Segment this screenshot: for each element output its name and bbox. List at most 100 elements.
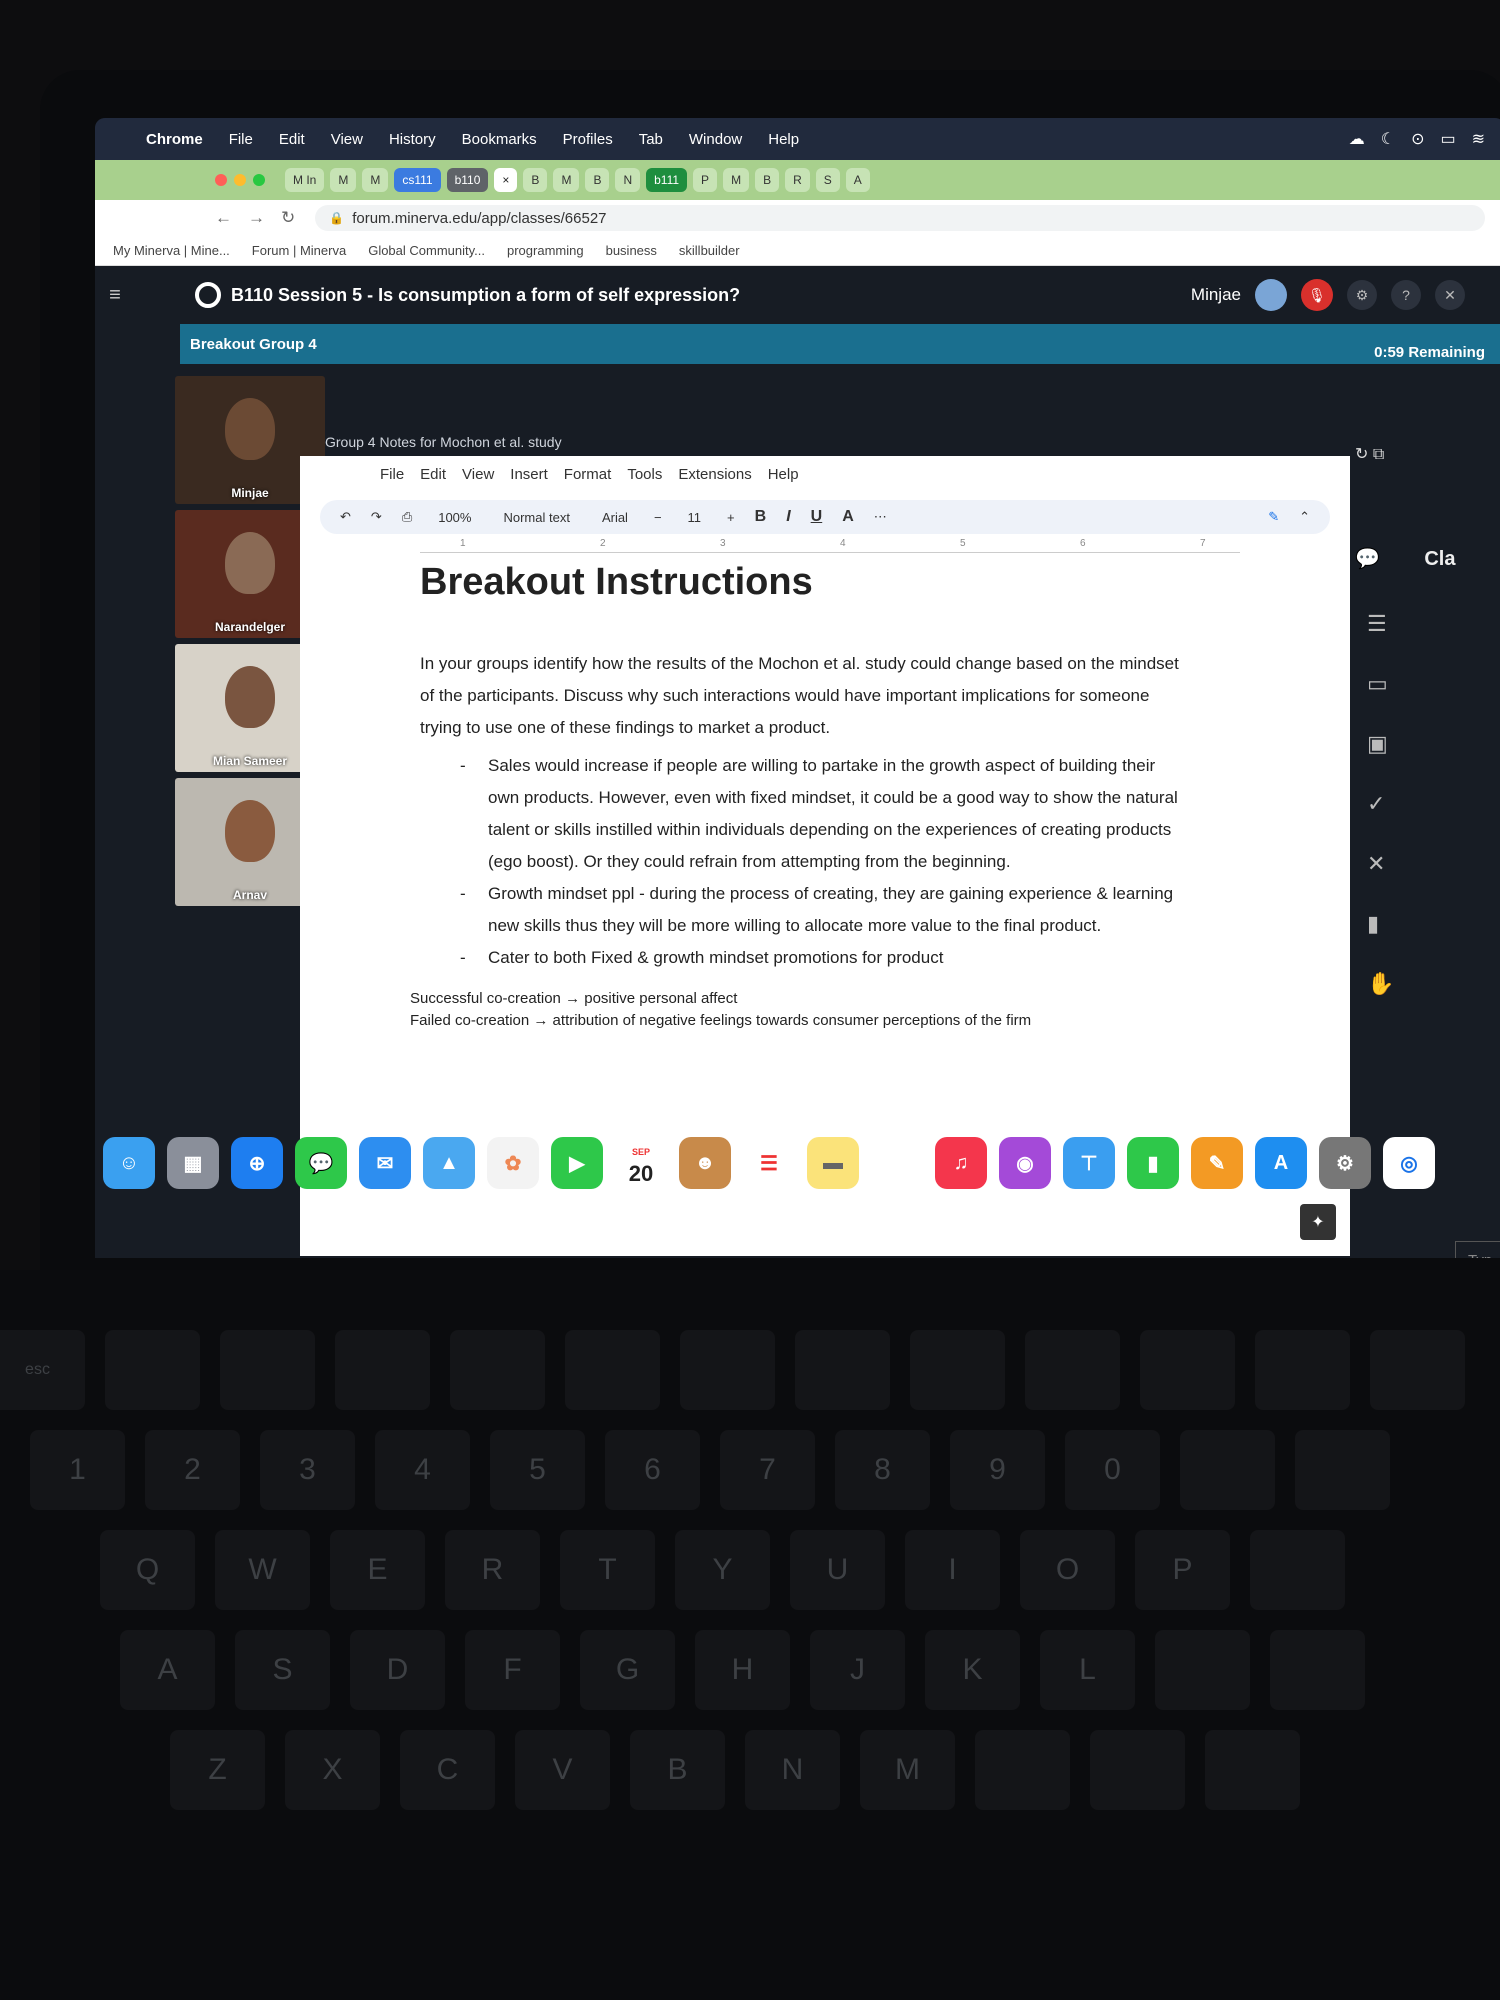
- browser-tab[interactable]: b110: [446, 168, 489, 192]
- font-size-increase-icon[interactable]: +: [727, 510, 735, 525]
- browser-tab[interactable]: cs111: [394, 168, 441, 192]
- more-icon[interactable]: ⋯: [874, 509, 887, 525]
- browser-tab[interactable]: M: [362, 168, 389, 192]
- browser-tab[interactable]: B: [585, 168, 610, 192]
- redo-icon[interactable]: ↷: [371, 509, 382, 525]
- bookmark-item[interactable]: business: [606, 243, 657, 258]
- docs-menu-item[interactable]: Format: [564, 466, 612, 494]
- app-store-icon[interactable]: A: [1255, 1137, 1307, 1189]
- browser-tab[interactable]: A: [845, 168, 870, 192]
- docs-menu-item[interactable]: Help: [768, 466, 799, 494]
- docs-menu-item[interactable]: File: [380, 466, 404, 494]
- address-bar[interactable]: 🔒 forum.minerva.edu/app/classes/66527: [315, 205, 1485, 231]
- monitor-icon[interactable]: ▣: [1367, 731, 1500, 757]
- bookmark-item[interactable]: Global Community...: [368, 243, 485, 258]
- facetime-icon[interactable]: ▶: [551, 1137, 603, 1189]
- podcasts-icon[interactable]: ◉: [999, 1137, 1051, 1189]
- wifi-icon[interactable]: ≋: [1472, 129, 1485, 149]
- bookmark-item[interactable]: Forum | Minerva: [252, 243, 346, 258]
- x-icon[interactable]: ✕: [1367, 851, 1500, 877]
- bookmark-item[interactable]: My Minerva | Mine...: [113, 243, 230, 258]
- messages-icon[interactable]: 💬: [295, 1137, 347, 1189]
- font-select[interactable]: Arial: [596, 508, 634, 527]
- bold-icon[interactable]: B: [755, 508, 767, 526]
- browser-tab[interactable]: M: [330, 168, 357, 192]
- reload-icon[interactable]: ↻: [281, 208, 295, 228]
- docs-menu-item[interactable]: View: [462, 466, 494, 494]
- chevron-up-icon[interactable]: ⌃: [1299, 509, 1330, 525]
- browser-tab[interactable]: M: [723, 168, 750, 192]
- menu-app-name[interactable]: Chrome: [133, 131, 216, 148]
- menu-tab[interactable]: Tab: [626, 131, 676, 148]
- bookmark-item[interactable]: programming: [507, 243, 584, 258]
- settings-icon[interactable]: ⚙: [1319, 1137, 1371, 1189]
- gear-icon[interactable]: ⚙: [1347, 280, 1377, 310]
- underline-icon[interactable]: U: [811, 508, 823, 526]
- menu-icon[interactable]: ≡: [95, 284, 135, 307]
- docs-menu-item[interactable]: Edit: [420, 466, 446, 494]
- back-icon[interactable]: ←: [215, 208, 232, 228]
- browser-tab[interactable]: B: [755, 168, 780, 192]
- chat-input[interactable]: Typ: [1455, 1241, 1500, 1258]
- apple-tv-icon[interactable]: tv: [871, 1137, 923, 1189]
- italic-icon[interactable]: I: [786, 508, 790, 526]
- browser-tab[interactable]: R: [785, 168, 810, 192]
- photos-icon[interactable]: ✿: [487, 1137, 539, 1189]
- external-link-icon[interactable]: ⧉: [1373, 446, 1384, 463]
- close-window-icon[interactable]: [215, 174, 227, 186]
- menu-help[interactable]: Help: [755, 131, 812, 148]
- pages-icon[interactable]: ✎: [1191, 1137, 1243, 1189]
- chat-icon[interactable]: 💬: [1355, 548, 1380, 570]
- safari-icon[interactable]: ⊕: [231, 1137, 283, 1189]
- list-icon[interactable]: ☰: [1367, 611, 1500, 637]
- close-icon[interactable]: ✕: [1435, 280, 1465, 310]
- play-icon[interactable]: ⊙: [1411, 129, 1424, 149]
- notes-icon[interactable]: ▬: [807, 1137, 859, 1189]
- bookmark-icon[interactable]: ▮: [1367, 911, 1500, 937]
- help-icon[interactable]: ?: [1391, 280, 1421, 310]
- zoom-select[interactable]: 100%: [432, 508, 477, 527]
- menu-edit[interactable]: Edit: [266, 131, 318, 148]
- explore-icon[interactable]: ✦: [1300, 1204, 1336, 1240]
- hand-icon[interactable]: ✋: [1367, 971, 1500, 997]
- menu-file[interactable]: File: [216, 131, 266, 148]
- docs-menu-item[interactable]: Extensions: [678, 466, 751, 494]
- browser-tab[interactable]: M: [553, 168, 580, 192]
- browser-tab[interactable]: B: [523, 168, 548, 192]
- font-size-field[interactable]: 11: [682, 508, 708, 527]
- folder-icon[interactable]: ▭: [1367, 671, 1500, 697]
- edit-mode-icon[interactable]: ✎: [1268, 509, 1279, 525]
- browser-tab[interactable]: ×: [494, 168, 518, 192]
- check-icon[interactable]: ✓: [1367, 791, 1500, 817]
- contacts-icon[interactable]: ☻: [679, 1137, 731, 1189]
- browser-tab[interactable]: M In: [285, 168, 325, 192]
- finder-icon[interactable]: ☺: [103, 1137, 155, 1189]
- keynote-icon[interactable]: ⊤: [1063, 1137, 1115, 1189]
- chrome-icon[interactable]: ◎: [1383, 1137, 1435, 1189]
- calendar-icon[interactable]: SEP 20: [615, 1137, 667, 1189]
- music-icon[interactable]: ♫: [935, 1137, 987, 1189]
- mic-muted-icon[interactable]: 🎙: [1301, 279, 1333, 311]
- menu-bookmarks[interactable]: Bookmarks: [449, 131, 550, 148]
- browser-tab[interactable]: b111: [646, 168, 688, 192]
- moon-icon[interactable]: ☾: [1381, 129, 1395, 149]
- cloud-icon[interactable]: ☁: [1349, 129, 1365, 149]
- browser-tab[interactable]: P: [693, 168, 718, 192]
- browser-tab[interactable]: S: [815, 168, 840, 192]
- mail-icon[interactable]: ✉: [359, 1137, 411, 1189]
- bookmark-item[interactable]: skillbuilder: [679, 243, 740, 258]
- document-page[interactable]: Breakout Instructions In your groups ide…: [300, 553, 1180, 974]
- menu-view[interactable]: View: [318, 131, 376, 148]
- maps-icon[interactable]: ▲: [423, 1137, 475, 1189]
- forward-icon[interactable]: →: [248, 208, 265, 228]
- menu-profiles[interactable]: Profiles: [550, 131, 626, 148]
- launchpad-icon[interactable]: ▦: [167, 1137, 219, 1189]
- menu-history[interactable]: History: [376, 131, 449, 148]
- refresh-icon[interactable]: ↻: [1355, 446, 1368, 463]
- style-select[interactable]: Normal text: [497, 508, 575, 527]
- print-icon[interactable]: ⎙: [402, 509, 412, 525]
- font-size-decrease-icon[interactable]: −: [654, 510, 662, 525]
- avatar[interactable]: [1255, 279, 1287, 311]
- undo-icon[interactable]: ↶: [340, 509, 351, 525]
- maximize-window-icon[interactable]: [253, 174, 265, 186]
